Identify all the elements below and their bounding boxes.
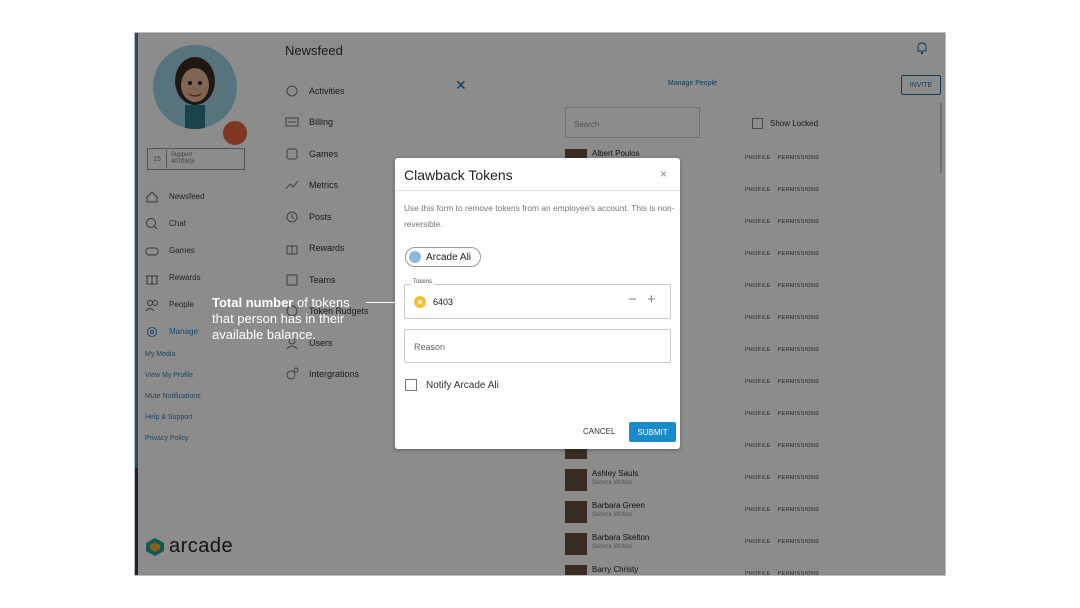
- annotation-callout: Total number of tokens that person has i…: [212, 295, 372, 343]
- annotation-line: [366, 302, 410, 303]
- increment-button[interactable]: +: [647, 291, 656, 308]
- cancel-button[interactable]: CANCEL: [583, 427, 615, 436]
- reason-input[interactable]: Reason: [404, 329, 671, 363]
- tokens-label: Tokens: [411, 279, 435, 285]
- divider: [395, 190, 680, 191]
- notify-label: Notify Arcade Ali: [426, 379, 499, 391]
- submit-button[interactable]: SUBMIT: [629, 422, 676, 442]
- notify-toggle[interactable]: Notify Arcade Ali: [405, 379, 499, 391]
- coin-icon: [414, 296, 426, 308]
- annotation-bold: Total number: [212, 295, 294, 310]
- decrement-button[interactable]: −: [628, 291, 637, 308]
- notify-checkbox[interactable]: [405, 379, 417, 391]
- recipient-chip[interactable]: Arcade Ali: [405, 247, 482, 267]
- tokens-value[interactable]: 6403: [433, 297, 453, 307]
- close-icon[interactable]: ×: [660, 167, 667, 181]
- dialog-description: Use this form to remove tokens from an e…: [404, 203, 675, 229]
- tokens-field[interactable]: Tokens 6403 − +: [404, 279, 671, 319]
- recipient-name: Arcade Ali: [426, 251, 472, 263]
- avatar: [409, 251, 421, 263]
- dialog-title: Clawback Tokens: [404, 167, 513, 183]
- clawback-tokens-dialog: Clawback Tokens × Use this form to remov…: [395, 158, 680, 449]
